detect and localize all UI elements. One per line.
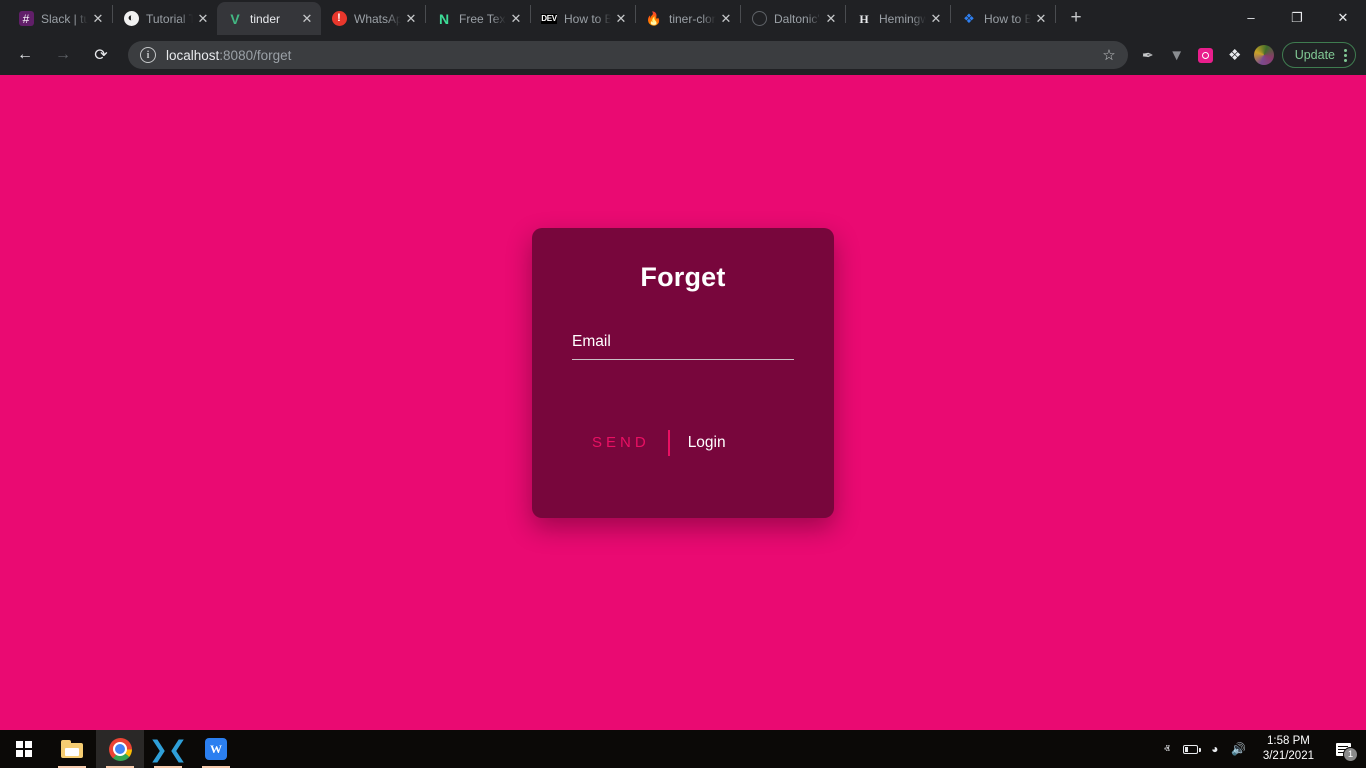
browser-tab-free-text[interactable]: N Free Text ✕ [426,2,530,35]
volume-icon[interactable]: 🔊 [1227,730,1251,768]
browser-tab-whatsapp[interactable]: ! WhatsAp ✕ [321,2,425,35]
taskbar-item-file-explorer[interactable] [48,730,96,768]
email-input[interactable] [572,329,794,360]
bookmark-star-icon[interactable]: ☆ [1102,46,1119,64]
action-divider [667,429,670,456]
tab-title: WhatsAp [354,11,401,26]
taskbar-clock[interactable]: 1:58 PM 3/21/2021 [1251,734,1324,764]
tab-title: Tutorial T [146,11,193,26]
slack-icon: # [18,11,34,27]
url-text: localhost:8080/forget [166,48,291,63]
chrome-icon [108,737,132,761]
wps-icon: W [205,738,227,760]
tab-close-icon[interactable]: ✕ [195,11,211,27]
tab-divider [1055,5,1056,23]
layers-blue-icon: ❖ [963,11,975,26]
tab-title: tinder [250,11,281,26]
vue-devtools-extension-icon[interactable]: ▼ [1164,42,1190,68]
browser-tab-hemingway[interactable]: H Hemingw ✕ [846,2,950,35]
notification-count-badge: 1 [1343,747,1358,762]
browser-tab-tutorial[interactable]: ◐ Tutorial T ✕ [113,2,217,35]
card-actions: SEND Login [572,429,740,456]
new-tab-button[interactable]: + [1062,4,1090,32]
tab-title: tiner-clon [669,11,716,26]
close-window-button[interactable]: ✕ [1320,2,1366,34]
start-button[interactable] [0,730,48,768]
update-button-label: Update [1294,48,1335,62]
github-icon [751,11,767,27]
wifi-icon[interactable]: ◕ [1203,730,1227,768]
netlify-n-icon: N [438,10,450,27]
windows-logo-icon [16,741,32,757]
browser-tab-tinder[interactable]: V tinder ✕ [217,2,321,35]
taskbar-item-google-chrome[interactable] [96,730,144,768]
send-button[interactable]: SEND [572,430,664,455]
tab-title: Hemingw [879,11,926,26]
site-info-icon[interactable]: i [140,47,156,63]
tab-close-icon[interactable]: ✕ [299,11,315,27]
page-title: Forget [640,261,726,292]
alert-circle-icon: ! [331,11,347,27]
reload-button[interactable]: ⟳ [86,40,116,70]
tab-close-icon[interactable]: ✕ [718,11,734,27]
maximize-button[interactable]: ❐ [1274,2,1320,34]
hemingway-h-icon: H [859,11,869,26]
folder-icon [61,740,83,758]
tab-close-icon[interactable]: ✕ [508,11,524,27]
address-bar[interactable]: i localhost:8080/forget ☆ [128,41,1128,69]
vscode-icon: ❯❮ [148,735,188,762]
tab-close-icon[interactable]: ✕ [928,11,944,27]
firebase-flame-icon: 🔥 [646,11,662,26]
battery-icon[interactable] [1179,730,1203,768]
system-tray: ⱏ ◕ 🔊 1:58 PM 3/21/2021 1 [1155,730,1366,768]
taskbar-item-wps-office[interactable]: W [192,730,240,768]
pink-extension-icon[interactable] [1193,42,1219,68]
update-button[interactable]: Update [1281,42,1356,68]
login-link[interactable]: Login [674,430,740,456]
url-path: :8080/forget [219,47,292,63]
profile-avatar[interactable] [1253,45,1274,65]
browser-tab-tiner-clone[interactable]: 🔥 tiner-clon ✕ [636,2,740,35]
browser-tab-daltonics[interactable]: Daltonic's ✕ [741,2,845,35]
tab-close-icon[interactable]: ✕ [823,11,839,27]
minimize-button[interactable]: – [1228,2,1274,34]
window-controls: – ❐ ✕ [1228,0,1366,35]
tab-close-icon[interactable]: ✕ [613,11,629,27]
browser-window: # Slack | tu ✕ ◐ Tutorial T ✕ V tinder ✕… [0,0,1366,730]
vue-icon: V [230,10,240,27]
tab-title: Slack | tu [41,11,88,26]
email-field-wrapper [572,329,794,360]
tab-title: How to B [564,11,611,26]
tab-strip: # Slack | tu ✕ ◐ Tutorial T ✕ V tinder ✕… [0,0,1366,35]
browser-tab-slack[interactable]: # Slack | tu ✕ [8,2,112,35]
url-host: localhost [166,47,220,63]
windows-taskbar: ❯❮ W ⱏ ◕ 🔊 1:58 PM 3/21/2021 1 [0,730,1366,768]
globe-dark-icon: ◐ [123,11,139,27]
browser-tab-howto-blue[interactable]: ❖ How to B ✕ [951,2,1055,35]
extensions-puzzle-icon[interactable]: ❖ [1222,42,1248,68]
tab-close-icon[interactable]: ✕ [1033,11,1049,27]
tab-close-icon[interactable]: ✕ [90,11,106,27]
clock-time: 1:58 PM [1267,735,1310,747]
page-viewport: Forget SEND Login [0,75,1366,730]
back-button[interactable]: ← [10,40,40,70]
eyedropper-extension-icon[interactable]: ✒ [1135,42,1161,68]
dev-badge-icon: DEV [541,13,557,24]
show-hidden-icons-chevron-icon[interactable]: ⱏ [1155,730,1179,768]
notifications-button[interactable]: 1 [1324,730,1362,768]
clock-date: 3/21/2021 [1262,750,1314,762]
tab-title: Free Text [459,11,506,26]
forget-password-card: Forget SEND Login [532,227,834,518]
tab-title: Daltonic's [774,11,821,26]
chrome-menu-icon[interactable] [1344,48,1347,62]
browser-toolbar: ← → ⟳ i localhost:8080/forget ☆ ✒ ▼ ❖ Up… [0,35,1366,75]
browser-tab-dev-howto[interactable]: DEV How to B ✕ [531,2,635,35]
taskbar-item-visual-studio-code[interactable]: ❯❮ [144,730,192,768]
tab-title: How to B [984,11,1031,26]
forward-button[interactable]: → [48,40,78,70]
tab-close-icon[interactable]: ✕ [403,11,419,27]
